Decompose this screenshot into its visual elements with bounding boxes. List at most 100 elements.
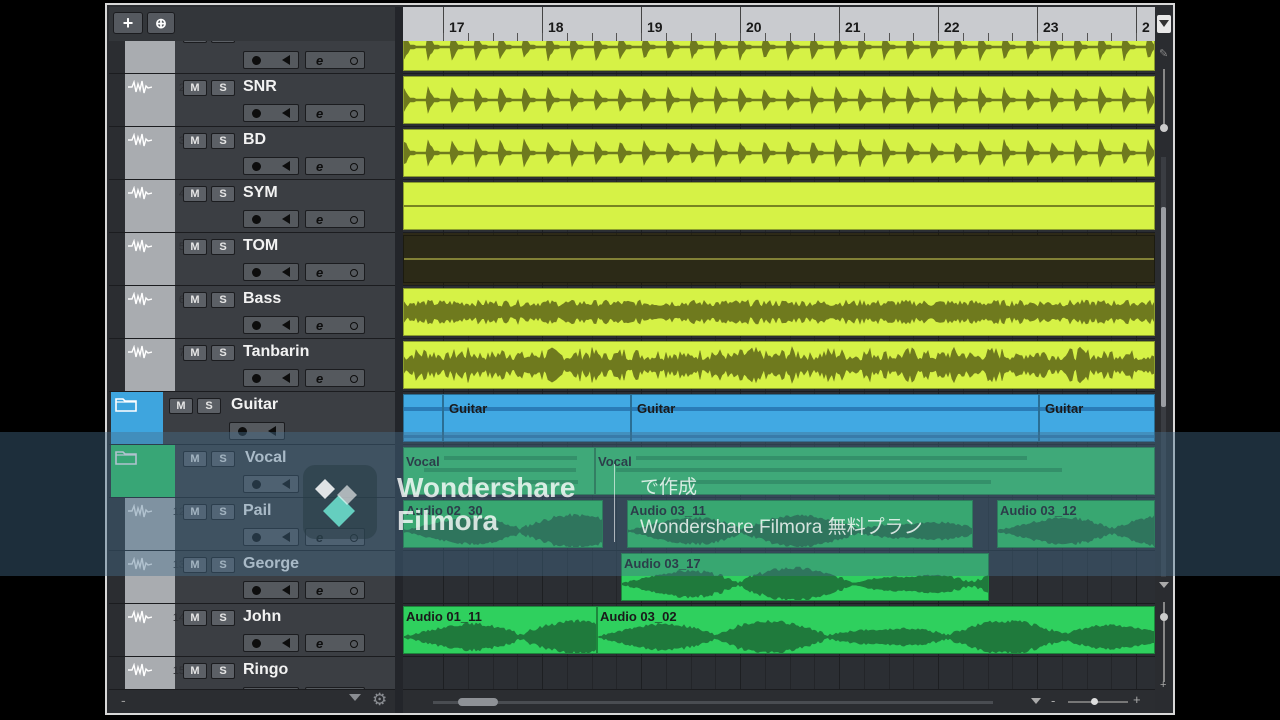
ruler[interactable]: 17 18 19 20 21 22 23 2 <box>403 7 1155 42</box>
track-lane[interactable] <box>403 41 1155 74</box>
track-name[interactable]: TOM <box>243 237 278 255</box>
horizontal-scrollbar[interactable]: - + <box>403 689 1155 713</box>
splitter[interactable] <box>395 7 403 713</box>
read-automation-icon[interactable] <box>350 57 358 65</box>
track-lane[interactable]: Audio 01_11 Audio 03_02 <box>403 604 1155 657</box>
mute-button[interactable]: M <box>183 504 207 520</box>
audio-event[interactable] <box>403 235 1155 283</box>
track-name[interactable]: Pail <box>243 502 271 520</box>
monitor-icon[interactable] <box>282 479 290 489</box>
audio-event[interactable] <box>403 341 1155 389</box>
solo-button[interactable]: S <box>211 80 235 96</box>
track-row[interactable]: 15MSRingoe <box>109 657 395 689</box>
folder-part[interactable] <box>403 394 443 442</box>
solo-button[interactable]: S <box>211 504 235 520</box>
track-row[interactable]: 4 M S SYM e <box>109 180 395 233</box>
track-lane[interactable] <box>403 286 1155 339</box>
read-automation-icon[interactable] <box>350 163 358 171</box>
audio-event[interactable]: Audio 03_02 <box>597 606 1155 654</box>
monitor-icon[interactable] <box>282 532 290 542</box>
track-color[interactable]: 6 <box>125 286 185 338</box>
track-name[interactable]: Bass <box>243 290 281 308</box>
folder-part[interactable]: Guitar <box>443 394 631 442</box>
monitor-icon[interactable] <box>282 108 290 118</box>
monitor-icon[interactable] <box>268 426 276 436</box>
collapse-icon[interactable]: - <box>121 692 126 708</box>
zoom-vertical-slider[interactable] <box>1160 613 1168 621</box>
edit-channel-icon[interactable]: e <box>316 106 323 121</box>
edit-channel-icon[interactable]: e <box>316 636 323 651</box>
track-row[interactable]: 6 M S Bass e <box>109 286 395 339</box>
record-enable-icon[interactable] <box>252 109 261 118</box>
edit-channel-icon[interactable]: e <box>316 53 323 68</box>
track-color[interactable]: 5 <box>125 233 185 285</box>
monitor-icon[interactable] <box>282 55 290 65</box>
arrange-area[interactable]: Guitar Guitar Guitar Vocal Vocal Audio 02_30 A… <box>403 41 1155 689</box>
record-enable-icon[interactable] <box>252 374 261 383</box>
track-lane[interactable]: Guitar Guitar Guitar <box>403 392 1155 445</box>
mute-button[interactable]: M <box>183 610 207 626</box>
mute-button[interactable]: M <box>183 80 207 96</box>
track-color[interactable]: 12 <box>125 498 185 550</box>
solo-button[interactable]: S <box>211 663 235 679</box>
solo-button[interactable]: S <box>211 610 235 626</box>
audio-event[interactable]: Audio 01_11 <box>403 606 597 654</box>
track-name[interactable]: Tanbarin <box>243 343 309 361</box>
edit-channel-icon[interactable]: e <box>316 159 323 174</box>
track-row[interactable]: 14 M S John e <box>109 604 395 657</box>
edit-channel-icon[interactable]: e <box>316 212 323 227</box>
add-folder-track-button[interactable]: ⊕ <box>147 12 175 34</box>
mute-button[interactable]: M <box>183 186 207 202</box>
track-color[interactable] <box>111 392 163 444</box>
solo-button[interactable]: S <box>211 451 235 467</box>
track-name[interactable]: SNR <box>243 78 277 96</box>
solo-button[interactable]: S <box>197 398 221 414</box>
audio-event[interactable] <box>403 41 1155 71</box>
track-color[interactable]: 2 <box>125 74 185 126</box>
zoom-out-icon[interactable]: - <box>1051 693 1055 708</box>
audio-event[interactable] <box>403 76 1155 124</box>
audio-event[interactable] <box>403 129 1155 177</box>
monitor-icon[interactable] <box>282 373 290 383</box>
mute-button[interactable]: M <box>183 239 207 255</box>
track-name[interactable]: Ringo <box>243 661 288 679</box>
record-enable-icon[interactable] <box>252 586 261 595</box>
folder-part[interactable]: Guitar <box>1039 394 1155 442</box>
monitor-icon[interactable] <box>282 267 290 277</box>
track-row[interactable]: M Se <box>109 41 395 74</box>
monitor-icon[interactable] <box>282 214 290 224</box>
track-color[interactable]: 4 <box>125 180 185 232</box>
zoom-vertical-in-icon[interactable]: + <box>1160 679 1166 691</box>
read-automation-icon[interactable] <box>350 269 358 277</box>
track-lane[interactable] <box>403 74 1155 127</box>
monitor-icon[interactable] <box>282 161 290 171</box>
zoom-in-icon[interactable]: + <box>1133 692 1141 707</box>
dropdown-icon[interactable] <box>349 694 361 701</box>
track-color[interactable]: 3 <box>125 127 185 179</box>
solo-button[interactable]: S <box>211 345 235 361</box>
read-automation-icon[interactable] <box>350 640 358 648</box>
track-name[interactable]: SYM <box>243 184 278 202</box>
track-lane[interactable] <box>403 180 1155 233</box>
track-color[interactable]: 13 <box>125 551 185 603</box>
track-color[interactable] <box>111 445 175 497</box>
mute-button[interactable]: M <box>183 41 207 43</box>
track-row[interactable]: 7 M S Tanbarin e <box>109 339 395 392</box>
track-name[interactable]: George <box>243 555 299 573</box>
mute-button[interactable]: M <box>169 398 193 414</box>
record-enable-icon[interactable] <box>252 268 261 277</box>
monitor-icon[interactable] <box>282 320 290 330</box>
track-color[interactable]: 7 <box>125 339 185 391</box>
folder-part[interactable]: Guitar <box>631 394 1039 442</box>
solo-button[interactable]: S <box>211 41 235 43</box>
audio-event[interactable] <box>403 182 1155 230</box>
track-lane[interactable] <box>403 233 1155 286</box>
solo-button[interactable]: S <box>211 557 235 573</box>
track-row[interactable]: M S Guitar <box>109 392 395 445</box>
edit-channel-icon[interactable]: e <box>316 583 323 598</box>
record-enable-icon[interactable] <box>252 639 261 648</box>
monitor-icon[interactable] <box>282 638 290 648</box>
edit-channel-icon[interactable]: e <box>316 318 323 333</box>
solo-button[interactable]: S <box>211 239 235 255</box>
track-row[interactable]: 5 M S TOM e <box>109 233 395 286</box>
